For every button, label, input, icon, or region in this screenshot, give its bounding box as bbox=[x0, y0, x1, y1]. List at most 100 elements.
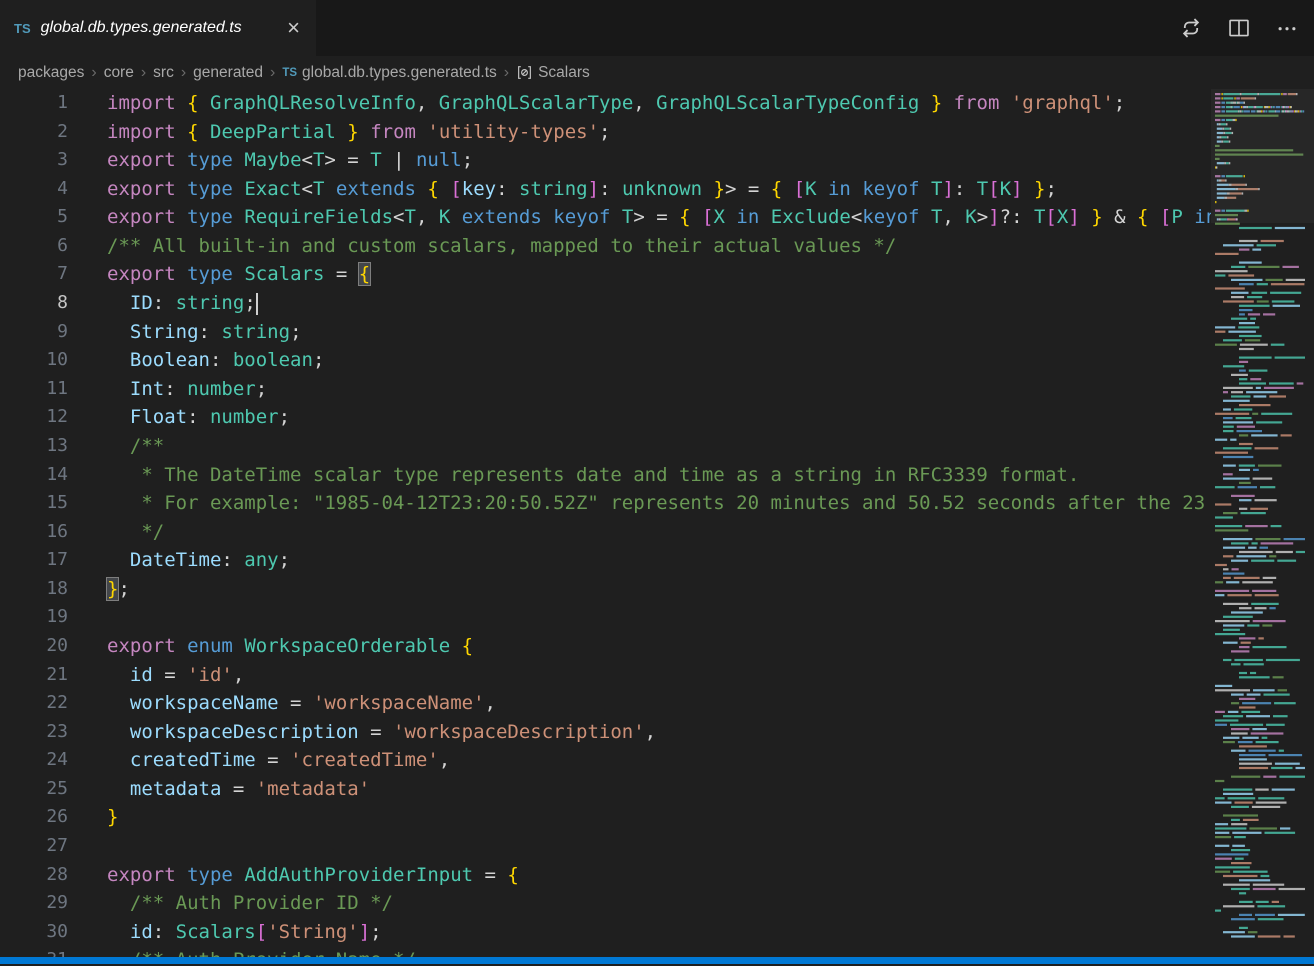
line-content: /** All built-in and custom scalars, map… bbox=[107, 232, 896, 261]
breadcrumb-item-src[interactable]: src bbox=[153, 64, 174, 82]
code-line[interactable]: 2import { DeepPartial } from 'utility-ty… bbox=[0, 118, 1211, 147]
line-number: 23 bbox=[0, 718, 68, 747]
code-line[interactable]: 18}; bbox=[0, 575, 1211, 604]
breadcrumb: packages›core›src›generated›TSglobal.db.… bbox=[0, 56, 1314, 89]
code-line[interactable]: 24 createdTime = 'createdTime', bbox=[0, 746, 1211, 775]
code-line[interactable]: 5export type RequireFields<T, K extends … bbox=[0, 203, 1211, 232]
code-line[interactable]: 10 Boolean: boolean; bbox=[0, 346, 1211, 375]
line-number: 12 bbox=[0, 403, 68, 432]
code-editor[interactable]: 1import { GraphQLResolveInfo, GraphQLSca… bbox=[0, 89, 1314, 957]
code-line[interactable]: 9 String: string; bbox=[0, 318, 1211, 347]
line-number: 28 bbox=[0, 861, 68, 890]
text-cursor bbox=[256, 293, 258, 315]
code-line[interactable]: 1import { GraphQLResolveInfo, GraphQLSca… bbox=[0, 89, 1211, 118]
split-editor-icon[interactable] bbox=[1228, 17, 1250, 39]
code-line[interactable]: 19 bbox=[0, 603, 1211, 632]
minimap-slider[interactable] bbox=[1211, 89, 1314, 223]
breadcrumb-separator: › bbox=[270, 64, 275, 82]
code-line[interactable]: 15 * For example: "1985-04-12T23:20:50.5… bbox=[0, 489, 1211, 518]
line-content: import { DeepPartial } from 'utility-typ… bbox=[107, 118, 610, 147]
breadcrumb-separator: › bbox=[141, 64, 146, 82]
code-line[interactable]: 17 DateTime: any; bbox=[0, 546, 1211, 575]
line-content: export type AddAuthProviderInput = { bbox=[107, 861, 519, 890]
breadcrumb-label: generated bbox=[193, 64, 263, 82]
code-line[interactable]: 25 metadata = 'metadata' bbox=[0, 775, 1211, 804]
editor-tab[interactable]: TS global.db.types.generated.ts × bbox=[0, 0, 316, 56]
code-line[interactable]: 20export enum WorkspaceOrderable { bbox=[0, 632, 1211, 661]
typescript-file-icon: TS bbox=[14, 21, 31, 36]
line-number: 26 bbox=[0, 803, 68, 832]
code-line[interactable]: 22 workspaceName = 'workspaceName', bbox=[0, 689, 1211, 718]
breadcrumb-item-global-db-types-generated-ts[interactable]: TSglobal.db.types.generated.ts bbox=[282, 64, 496, 82]
line-content: export type Exact<T extends { [key: stri… bbox=[107, 175, 1057, 204]
minimap[interactable] bbox=[1211, 89, 1314, 957]
line-content: * For example: "1985-04-12T23:20:50.52Z"… bbox=[107, 489, 1205, 518]
line-number: 22 bbox=[0, 689, 68, 718]
code-line[interactable]: 13 /** bbox=[0, 432, 1211, 461]
line-number: 14 bbox=[0, 461, 68, 490]
breadcrumb-item-packages[interactable]: packages bbox=[18, 64, 84, 82]
code-line[interactable]: 30 id: Scalars['String']; bbox=[0, 918, 1211, 947]
line-number: 29 bbox=[0, 889, 68, 918]
code-line[interactable]: 23 workspaceDescription = 'workspaceDesc… bbox=[0, 718, 1211, 747]
code-line[interactable]: 31 /** Auth Provider Name */ bbox=[0, 946, 1211, 957]
line-number: 17 bbox=[0, 546, 68, 575]
line-content: */ bbox=[107, 518, 164, 547]
code-line[interactable]: 6/** All built-in and custom scalars, ma… bbox=[0, 232, 1211, 261]
code-lines[interactable]: 1import { GraphQLResolveInfo, GraphQLSca… bbox=[0, 89, 1211, 957]
breadcrumb-label: Scalars bbox=[538, 64, 590, 82]
breadcrumb-label: core bbox=[104, 64, 134, 82]
more-actions-icon[interactable] bbox=[1276, 17, 1298, 39]
code-line[interactable]: 21 id = 'id', bbox=[0, 661, 1211, 690]
line-content: }; bbox=[107, 575, 130, 604]
breadcrumb-item-generated[interactable]: generated bbox=[193, 64, 263, 82]
line-content: Int: number; bbox=[107, 375, 267, 404]
code-line[interactable]: 29 /** Auth Provider ID */ bbox=[0, 889, 1211, 918]
code-line[interactable]: 14 * The DateTime scalar type represents… bbox=[0, 461, 1211, 490]
code-line[interactable]: 8 ID: string; bbox=[0, 289, 1211, 318]
code-line[interactable]: 4 export type Exact<T extends { [key: str… bbox=[0, 175, 1211, 204]
code-line[interactable]: 28 export type AddAuthProviderInput = { bbox=[0, 861, 1211, 890]
editor-actions bbox=[1180, 0, 1314, 56]
line-number: 21 bbox=[0, 661, 68, 690]
code-line[interactable]: 3export type Maybe<T> = T | null; bbox=[0, 146, 1211, 175]
code-line[interactable]: 27 bbox=[0, 832, 1211, 861]
line-content: metadata = 'metadata' bbox=[107, 775, 370, 804]
breadcrumb-separator: › bbox=[91, 64, 96, 82]
code-line[interactable]: 26} bbox=[0, 803, 1211, 832]
breadcrumb-item-core[interactable]: core bbox=[104, 64, 134, 82]
line-content: createdTime = 'createdTime', bbox=[107, 746, 450, 775]
line-number: 4 bbox=[0, 175, 68, 204]
line-content: export type Maybe<T> = T | null; bbox=[107, 146, 473, 175]
symbol-type-icon bbox=[516, 64, 533, 81]
line-number: 11 bbox=[0, 375, 68, 404]
compare-changes-icon[interactable] bbox=[1180, 17, 1202, 39]
line-content: id: Scalars['String']; bbox=[107, 918, 382, 947]
line-number: 9 bbox=[0, 318, 68, 347]
line-number: 5 bbox=[0, 203, 68, 232]
line-number: 13 bbox=[0, 432, 68, 461]
line-content: /** Auth Provider ID */ bbox=[107, 889, 393, 918]
breadcrumb-item-scalars[interactable]: Scalars bbox=[516, 64, 590, 82]
line-content: workspaceDescription = 'workspaceDescrip… bbox=[107, 718, 656, 747]
vscode-window: TS global.db.types.generated.ts × bbox=[0, 0, 1314, 966]
line-content: export enum WorkspaceOrderable { bbox=[107, 632, 473, 661]
status-bar bbox=[0, 957, 1314, 964]
line-content: id = 'id', bbox=[107, 661, 244, 690]
code-line[interactable]: 16 */ bbox=[0, 518, 1211, 547]
line-content: /** Auth Provider Name */ bbox=[107, 946, 416, 957]
line-content: export type Scalars = { bbox=[107, 260, 370, 289]
line-content: Boolean: boolean; bbox=[107, 346, 324, 375]
line-number: 19 bbox=[0, 603, 68, 632]
code-line[interactable]: 11 Int: number; bbox=[0, 375, 1211, 404]
line-content: ID: string; bbox=[107, 289, 258, 318]
line-number: 31 bbox=[0, 946, 68, 957]
code-line[interactable]: 12 Float: number; bbox=[0, 403, 1211, 432]
code-line[interactable]: 7 export type Scalars = { bbox=[0, 260, 1211, 289]
line-number: 25 bbox=[0, 775, 68, 804]
line-number: 7 bbox=[0, 260, 68, 289]
line-content: DateTime: any; bbox=[107, 546, 290, 575]
tab-close-icon[interactable]: × bbox=[285, 17, 302, 39]
typescript-file-icon: TS bbox=[282, 67, 297, 79]
tab-bar: TS global.db.types.generated.ts × bbox=[0, 0, 1314, 56]
